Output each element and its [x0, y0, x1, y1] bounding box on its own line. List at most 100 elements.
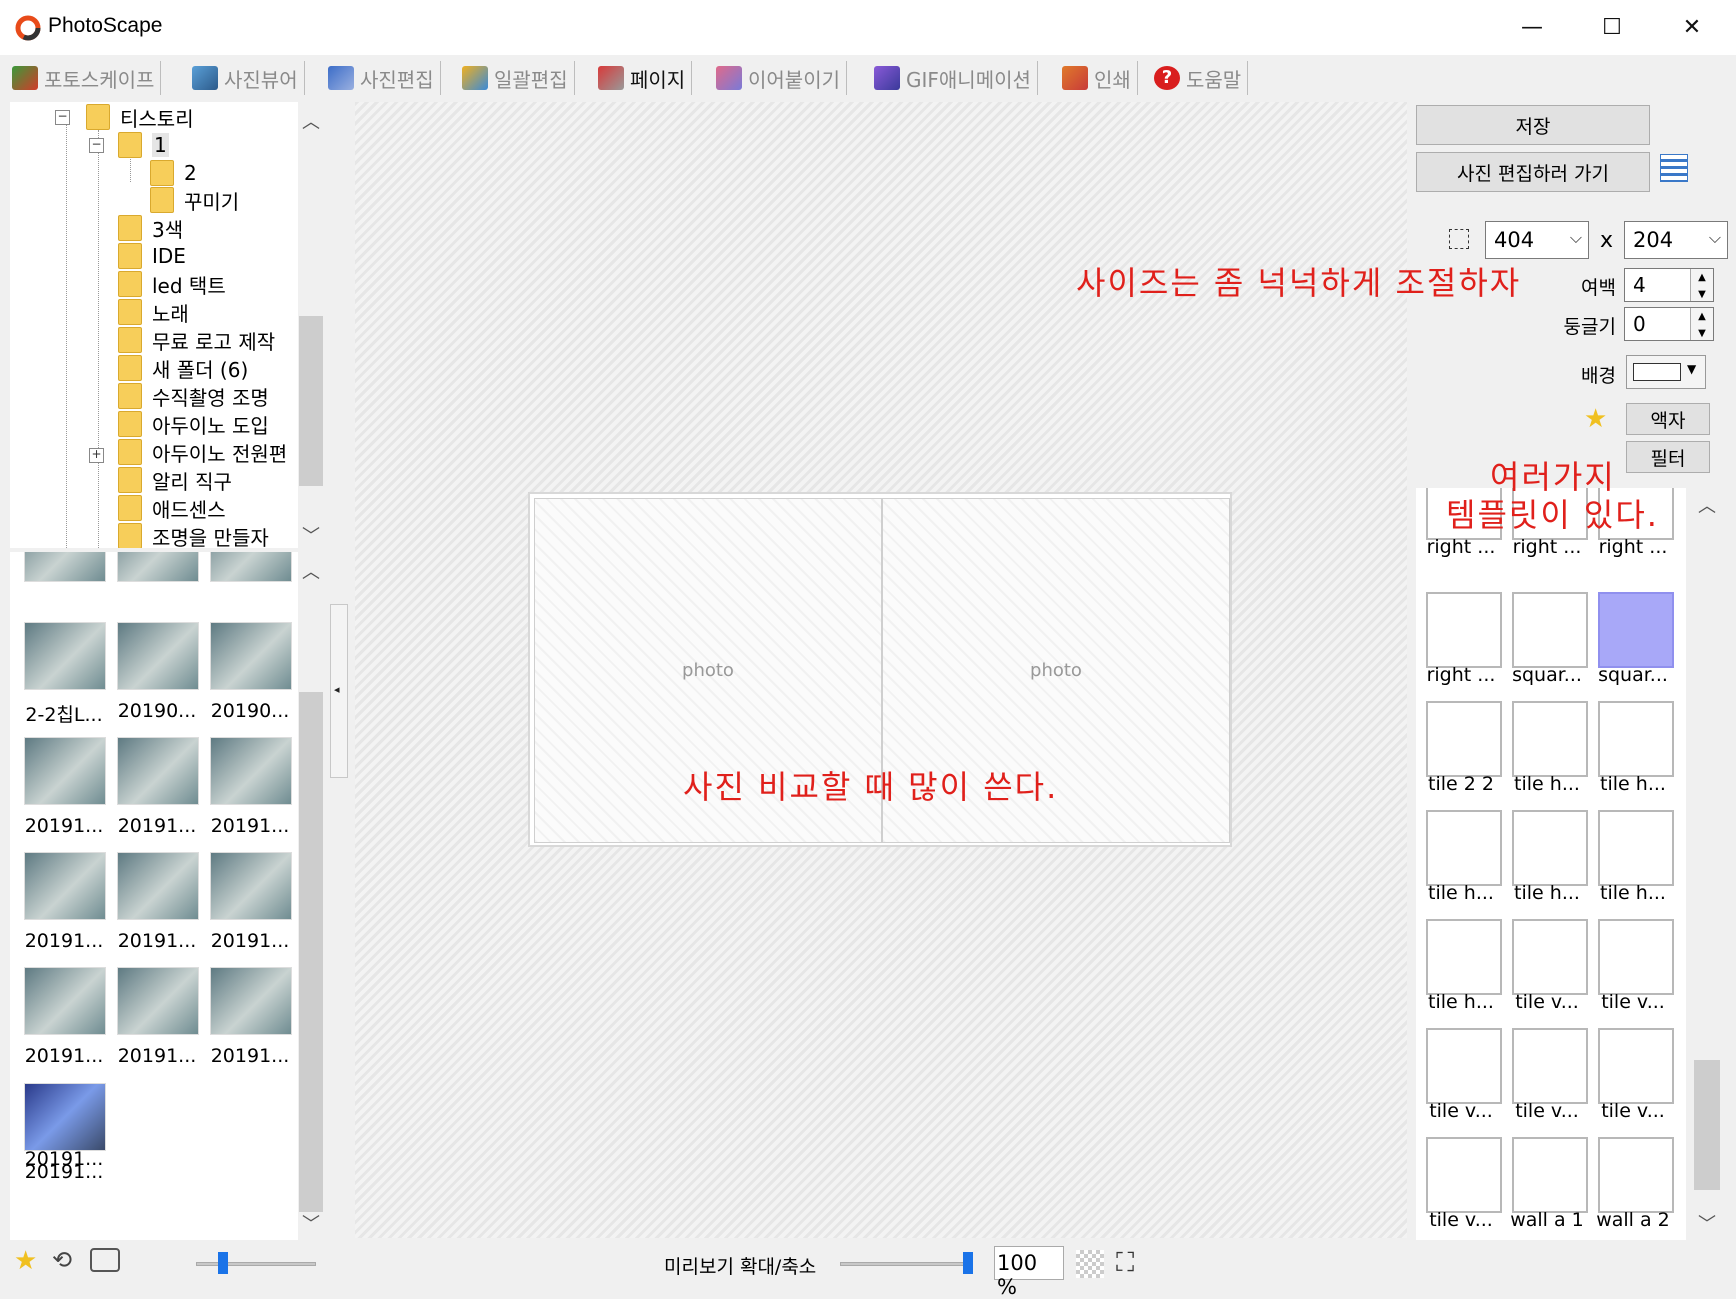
template-item[interactable]: tile v... — [1588, 915, 1674, 1019]
close-button[interactable]: ✕ — [1652, 0, 1732, 55]
tree-folder[interactable]: 꾸미기 — [150, 187, 239, 214]
template-item[interactable]: tile 2 2 — [1416, 697, 1502, 801]
goto-photo-edit-button[interactable]: 사진 편집하러 가기 — [1416, 152, 1650, 192]
thumbnail[interactable]: 20191... — [20, 848, 108, 966]
scroll-up-icon[interactable]: ︿ — [1690, 492, 1724, 518]
collapse-toggle[interactable]: − — [89, 138, 104, 153]
scroll-thumb[interactable] — [1694, 1060, 1720, 1190]
folder-tree[interactable]: − − + 티스토리 1 2 꾸미기 3색 IDE led 택트 노래 무료 로… — [10, 102, 298, 548]
tree-scrollbar[interactable]: ︿ ﹀ — [298, 102, 324, 548]
background-color-picker[interactable]: ▼ — [1626, 355, 1706, 389]
rounding-spinner[interactable]: 0 ▲ ▼ — [1624, 307, 1714, 341]
thumbnail[interactable]: 2-2칩L... — [20, 618, 108, 736]
scroll-down-icon[interactable]: ﹀ — [298, 522, 324, 548]
thumbnail[interactable]: 20191... — [206, 733, 294, 851]
tab-batch[interactable]: 일괄편집 — [456, 61, 575, 95]
transparency-grid-icon[interactable] — [1076, 1250, 1104, 1278]
expand-toggle[interactable]: + — [89, 448, 104, 463]
list-view-icon[interactable] — [1660, 154, 1688, 182]
thumbnail-list[interactable]: 2-2칩L... 20190... 20190... 20191... 2019… — [10, 552, 298, 1240]
slider-thumb[interactable] — [963, 1252, 973, 1274]
rotate-icon[interactable]: ⟲ — [52, 1246, 72, 1274]
scroll-down-icon[interactable]: ﹀ — [1690, 1210, 1724, 1236]
photo-folder-icon[interactable] — [90, 1248, 120, 1272]
tree-folder[interactable]: 노래 — [118, 299, 189, 326]
minimize-button[interactable]: — — [1492, 0, 1572, 55]
tree-folder[interactable]: 2 — [150, 160, 197, 186]
thumbnail[interactable]: 20191... — [20, 963, 108, 1081]
template-item[interactable]: wall a 2 — [1588, 1133, 1674, 1237]
scroll-up-icon[interactable]: ︿ — [298, 558, 324, 584]
template-item[interactable]: tile v... — [1502, 915, 1588, 1019]
save-button[interactable]: 저장 — [1416, 105, 1650, 145]
tree-folder[interactable]: 아두이노 도입 — [118, 411, 269, 438]
preview-zoom-slider[interactable] — [840, 1262, 970, 1266]
template-item[interactable]: tile v... — [1416, 1133, 1502, 1237]
tree-folder[interactable]: 무료 로고 제작 — [118, 327, 275, 354]
scroll-thumb[interactable] — [299, 316, 323, 486]
tree-folder[interactable]: 1 — [118, 132, 169, 158]
template-item[interactable]: right ... — [1416, 588, 1502, 692]
spinner-arrows-icon[interactable]: ▲ ▼ — [1690, 308, 1713, 340]
margin-spinner[interactable]: 4 ▲ ▼ — [1624, 268, 1714, 302]
template-item[interactable]: tile h... — [1502, 806, 1588, 910]
template-item-selected[interactable]: squar... — [1588, 588, 1674, 692]
template-list[interactable]: right ... right ... right ... right ... … — [1416, 488, 1686, 1240]
template-item[interactable]: tile h... — [1416, 806, 1502, 910]
scroll-thumb[interactable] — [299, 692, 323, 1212]
collapse-toggle[interactable]: − — [55, 110, 70, 125]
thumbnail[interactable] — [206, 552, 294, 628]
template-item[interactable]: tile h... — [1502, 697, 1588, 801]
scroll-down-icon[interactable]: ﹀ — [298, 1210, 324, 1236]
panel-splitter[interactable]: ◂ — [330, 604, 348, 778]
template-item[interactable]: tile h... — [1416, 915, 1502, 1019]
template-item[interactable]: tile h... — [1588, 697, 1674, 801]
spinner-arrows-icon[interactable]: ▲ ▼ — [1690, 269, 1713, 301]
tree-folder[interactable]: 알리 직구 — [118, 467, 232, 494]
star-icon[interactable]: ★ — [14, 1246, 37, 1276]
template-item[interactable]: tile v... — [1502, 1024, 1588, 1128]
thumbnail[interactable] — [20, 552, 108, 628]
tab-page[interactable]: 페이지 — [592, 61, 693, 95]
thumbnail[interactable]: 20191... — [113, 848, 201, 966]
tab-combine[interactable]: 이어붙이기 — [710, 61, 847, 95]
template-item[interactable]: tile h... — [1588, 806, 1674, 910]
tree-folder[interactable]: 새 폴더 (6) — [118, 355, 248, 382]
template-item[interactable]: tile v... — [1588, 1024, 1674, 1128]
tree-folder[interactable]: IDE — [118, 243, 186, 269]
zoom-value-field[interactable]: 100 % — [994, 1246, 1064, 1299]
fit-to-window-icon[interactable]: ⛶ — [1116, 1248, 1134, 1279]
tab-editor[interactable]: 사진편집 — [322, 61, 441, 95]
thumbnail[interactable]: 20191... — [20, 733, 108, 851]
thumbnail[interactable]: 20191... — [20, 1124, 108, 1184]
template-item[interactable]: tile v... — [1416, 1024, 1502, 1128]
thumbnail[interactable]: 20191... — [113, 963, 201, 1081]
tab-print[interactable]: 인쇄 — [1056, 61, 1138, 95]
tree-folder[interactable]: 조명을 만들자 — [118, 523, 269, 548]
height-combo[interactable]: 204 ⌵ — [1624, 221, 1728, 259]
tab-photoscape[interactable]: 포토스케이프 — [6, 61, 162, 95]
filter-button[interactable]: 필터 — [1626, 441, 1710, 473]
tree-folder[interactable]: led 택트 — [118, 271, 226, 298]
template-item[interactable]: wall a 1 — [1502, 1133, 1588, 1237]
tree-folder[interactable]: 수직촬영 조명 — [118, 383, 269, 410]
scroll-up-icon[interactable]: ︿ — [298, 108, 324, 134]
thumbnail[interactable]: 20190... — [206, 618, 294, 736]
tab-gif[interactable]: GIF애니메이션 — [868, 61, 1038, 95]
thumbnail[interactable]: 20191... — [206, 848, 294, 966]
maximize-button[interactable]: ☐ — [1572, 0, 1652, 55]
tree-folder[interactable]: 3색 — [118, 215, 183, 242]
tree-folder[interactable]: 아두이노 전원편 — [118, 439, 287, 466]
template-scrollbar[interactable]: ︿ ﹀ — [1690, 488, 1724, 1240]
tab-help[interactable]: ? 도움말 — [1148, 61, 1249, 95]
thumbnail[interactable]: 20191... — [113, 733, 201, 851]
thumbnail-scrollbar[interactable]: ︿ ﹀ — [298, 552, 324, 1240]
thumbnail[interactable]: 20190... — [113, 618, 201, 736]
template-item[interactable]: squar... — [1502, 588, 1588, 692]
thumbnail[interactable] — [113, 552, 201, 628]
frame-button[interactable]: 액자 — [1626, 403, 1710, 435]
tree-folder[interactable]: 티스토리 — [86, 104, 194, 131]
thumbnail-size-slider[interactable] — [196, 1262, 316, 1266]
width-combo[interactable]: 404 ⌵ — [1485, 221, 1589, 259]
star-icon[interactable]: ★ — [1584, 404, 1607, 434]
